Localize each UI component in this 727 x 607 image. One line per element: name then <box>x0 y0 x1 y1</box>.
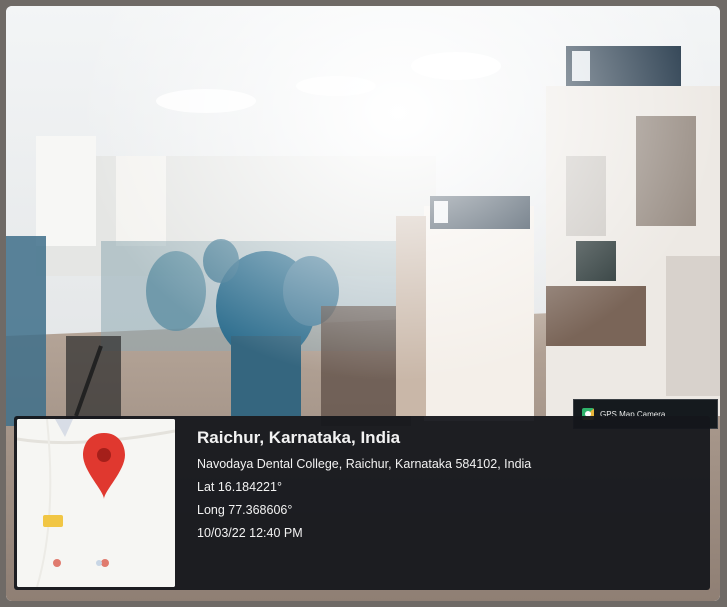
location-title: Raichur, Karnataka, India <box>197 428 401 447</box>
location-details: Raichur, Karnataka, India Navodaya Denta… <box>197 428 707 549</box>
mini-map <box>17 419 175 587</box>
address-line: Navodaya Dental College, Raichur, Karnat… <box>197 457 532 471</box>
timestamp-line: 10/03/22 12:40 PM <box>197 526 303 540</box>
latitude-line: Lat 16.184221° <box>197 480 282 494</box>
map-thumbnail <box>17 419 175 587</box>
longitude-line: Long 77.368606° <box>197 503 293 517</box>
